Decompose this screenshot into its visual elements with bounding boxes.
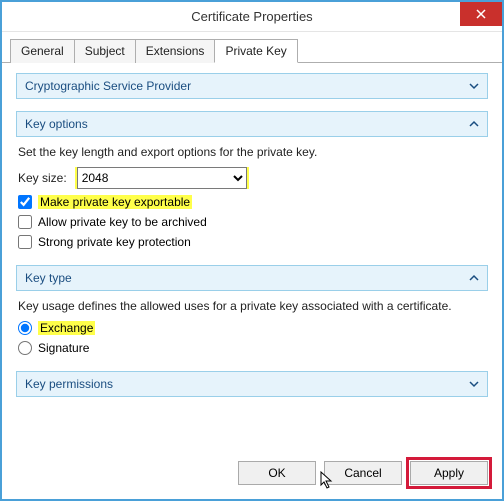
exchange-label: Exchange: [38, 321, 95, 335]
signature-radio[interactable]: [18, 341, 32, 355]
archive-label: Allow private key to be archived: [38, 215, 207, 229]
chevron-down-icon: [469, 81, 479, 91]
strong-protection-label: Strong private key protection: [38, 235, 191, 249]
section-key-options-title: Key options: [25, 117, 88, 131]
titlebar: Certificate Properties: [2, 2, 502, 32]
tab-general[interactable]: General: [10, 39, 75, 63]
ok-button[interactable]: OK: [238, 461, 316, 485]
chevron-up-icon: [469, 273, 479, 283]
section-key-permissions-header[interactable]: Key permissions: [16, 371, 488, 397]
tab-subject[interactable]: Subject: [74, 39, 136, 63]
section-csp-header[interactable]: Cryptographic Service Provider: [16, 73, 488, 99]
strong-protection-checkbox[interactable]: [18, 235, 32, 249]
section-key-options-body: Set the key length and export options fo…: [16, 137, 488, 265]
chevron-down-icon: [469, 379, 479, 389]
tab-strip: General Subject Extensions Private Key: [2, 32, 502, 63]
section-key-type-header[interactable]: Key type: [16, 265, 488, 291]
dialog-window: Certificate Properties General Subject E…: [0, 0, 504, 501]
section-key-permissions-title: Key permissions: [25, 377, 113, 391]
section-key-type-title: Key type: [25, 271, 72, 285]
section-csp-title: Cryptographic Service Provider: [25, 79, 191, 93]
window-title: Certificate Properties: [191, 9, 312, 24]
archive-checkbox[interactable]: [18, 215, 32, 229]
tab-content: Cryptographic Service Provider Key optio…: [2, 63, 502, 451]
exchange-radio[interactable]: [18, 321, 32, 335]
exportable-checkbox[interactable]: [18, 195, 32, 209]
cancel-button[interactable]: Cancel: [324, 461, 402, 485]
key-type-desc: Key usage defines the allowed uses for a…: [18, 299, 486, 313]
key-size-label: Key size:: [18, 171, 67, 185]
exportable-label: Make private key exportable: [38, 195, 192, 209]
key-size-select[interactable]: 2048: [77, 167, 247, 189]
apply-button[interactable]: Apply: [410, 461, 488, 485]
chevron-up-icon: [469, 119, 479, 129]
key-options-desc: Set the key length and export options fo…: [18, 145, 486, 159]
key-size-highlight: 2048: [75, 167, 249, 189]
tab-extensions[interactable]: Extensions: [135, 39, 216, 63]
button-row: OK Cancel Apply: [2, 451, 502, 499]
signature-label: Signature: [38, 341, 89, 355]
close-button[interactable]: [460, 2, 502, 26]
section-key-type-body: Key usage defines the allowed uses for a…: [16, 291, 488, 371]
close-icon: [476, 9, 486, 19]
section-key-options-header[interactable]: Key options: [16, 111, 488, 137]
tab-private-key[interactable]: Private Key: [214, 39, 297, 63]
